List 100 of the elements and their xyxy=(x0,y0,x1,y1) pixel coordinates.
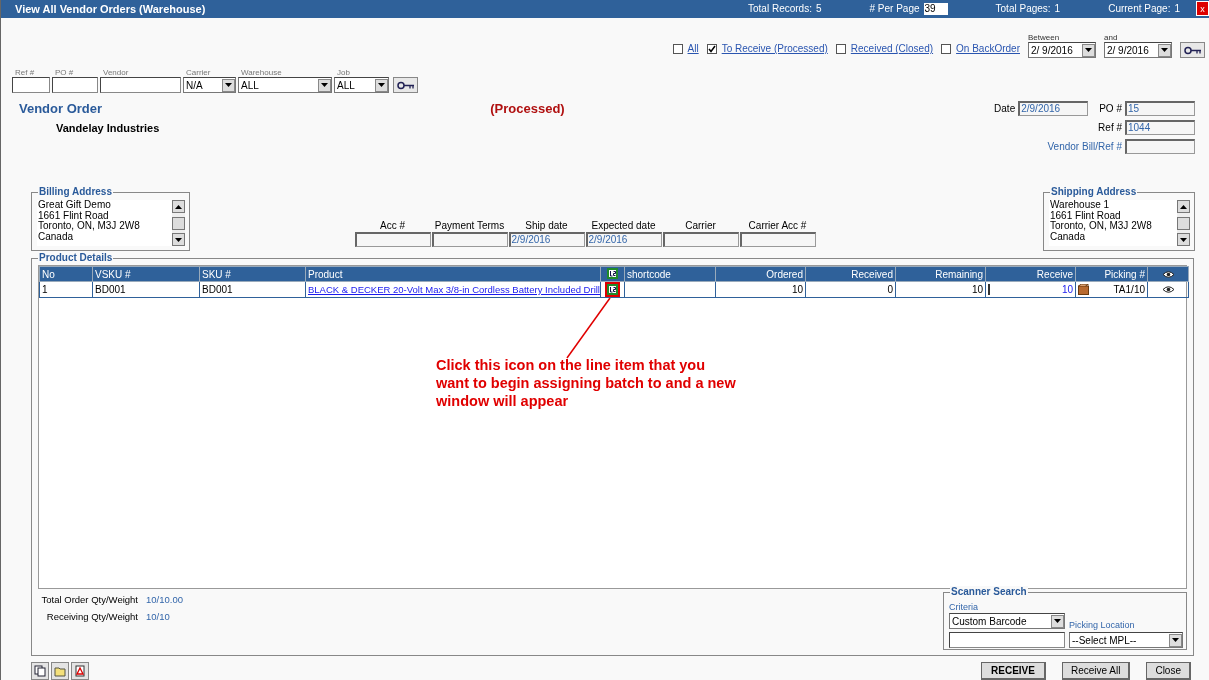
table-cell: 0 xyxy=(805,281,896,298)
search-button[interactable] xyxy=(393,77,418,94)
input-field[interactable] xyxy=(100,77,181,94)
scroll-up-icon xyxy=(175,204,182,209)
dropdown[interactable]: ALL xyxy=(238,77,332,94)
caret-down-icon xyxy=(175,237,182,242)
date-label: Between xyxy=(1028,33,1061,43)
total-label: Receiving Qty/Weight xyxy=(45,611,139,623)
caret-down-icon xyxy=(1161,48,1168,53)
filter-link[interactable]: Received (Closed) xyxy=(850,43,934,55)
filter-link[interactable]: All xyxy=(687,43,699,55)
field-label: Carrier xyxy=(185,68,212,78)
receive-button[interactable]: RECEIVE xyxy=(981,662,1046,680)
caret-down-icon xyxy=(1172,638,1179,643)
scroll-thumb[interactable] xyxy=(1177,216,1190,230)
input-field[interactable] xyxy=(662,232,739,247)
address-text: Warehouse 1 1661 Flint Road Toronto, ON, M3J 2W8 Canada xyxy=(1049,200,1153,244)
batch-button[interactable] xyxy=(605,282,620,297)
order-status: (Processed) xyxy=(490,101,565,117)
action-button[interactable]: Receive All xyxy=(1061,662,1131,680)
copy-button[interactable] xyxy=(31,662,49,680)
input-field[interactable]: 1044 xyxy=(1125,120,1195,136)
field-label: Ship date xyxy=(524,220,569,231)
field-label: Acc # xyxy=(379,220,406,231)
total-value: 10/10 xyxy=(146,611,171,623)
annotation-text: Click this icon on the line item that you want to begin assigning batch to and a new window will appear xyxy=(436,356,736,410)
window-close-button[interactable]: x xyxy=(1196,1,1209,17)
action-button[interactable]: Close xyxy=(1146,662,1191,680)
dropdown[interactable]: 2/ 9/2016 xyxy=(1104,42,1172,59)
address-title: Billing Address xyxy=(38,186,113,197)
column-header: SKU # xyxy=(199,266,306,282)
date-label: and xyxy=(1104,33,1119,43)
table-cell: 10 xyxy=(895,281,986,298)
field-label: Payment Terms xyxy=(433,220,506,231)
filter-link[interactable]: On BackOrder xyxy=(956,43,1020,55)
search-button[interactable] xyxy=(1180,42,1205,59)
checkbox[interactable] xyxy=(672,43,683,54)
window-title: View All Vendor Orders (Warehouse) xyxy=(15,2,207,15)
input-field[interactable]: 2/9/2016 xyxy=(508,232,585,247)
field-label: Carrier Acc # xyxy=(747,220,808,231)
column-header: Received xyxy=(805,266,896,282)
table-cell: 10 xyxy=(715,281,806,298)
pdf-icon xyxy=(74,665,86,677)
total-label: Total Order Qty/Weight xyxy=(40,594,139,606)
batch-icon xyxy=(607,284,618,295)
dropdown[interactable]: N/A xyxy=(183,77,236,94)
checkbox[interactable] xyxy=(706,43,717,54)
batch-icon xyxy=(607,267,618,279)
field-label: Job xyxy=(336,68,351,78)
input-field[interactable] xyxy=(354,232,431,247)
dropdown[interactable]: 2/ 9/2016 xyxy=(1028,42,1096,59)
check-icon xyxy=(707,44,716,53)
input-field[interactable] xyxy=(949,632,1065,649)
search-icon xyxy=(1183,45,1202,55)
section-heading: Vendor Order xyxy=(19,101,104,117)
field-label: Vendor xyxy=(102,68,130,78)
vendor-name: Vandelay Industries xyxy=(56,122,161,135)
column-header: No xyxy=(39,266,93,282)
scroll-up-icon xyxy=(1180,204,1187,209)
input-field[interactable] xyxy=(12,77,50,94)
caret-down-icon xyxy=(1054,619,1061,624)
stat-label: Total Records: xyxy=(748,3,812,15)
checkbox[interactable] xyxy=(835,43,846,54)
field-label: Carrier xyxy=(684,220,717,231)
input-field[interactable] xyxy=(739,232,816,247)
input-field[interactable]: 2/9/2016 xyxy=(585,232,662,247)
column-header: Ordered xyxy=(715,266,806,282)
caret-down-icon xyxy=(1180,237,1187,242)
criteria-label: Criteria xyxy=(949,602,979,614)
table-cell: BD001 xyxy=(92,281,200,298)
field-label: PO # xyxy=(54,68,75,78)
stat-label: Current Page: xyxy=(1108,3,1171,15)
per-page-input[interactable]: 39 xyxy=(923,2,948,15)
pdf-button[interactable] xyxy=(71,662,89,680)
stat-label: # Per Page xyxy=(869,3,920,15)
search-icon xyxy=(396,80,415,90)
eye-icon xyxy=(1162,286,1174,293)
address-text: Great Gift Demo 1661 Flint Road Toronto, ON, M3J 2W8 Canada xyxy=(37,200,141,244)
dropdown[interactable]: --Select MPL-- xyxy=(1069,632,1183,649)
filter-link[interactable]: To Receive (Processed) xyxy=(721,43,828,55)
input-field[interactable] xyxy=(52,77,98,94)
copy-icon xyxy=(34,665,46,677)
column-header: shortcode xyxy=(624,266,716,282)
field-label: Warehouse xyxy=(240,68,283,78)
box-icon xyxy=(1078,284,1089,295)
column-header: VSKU # xyxy=(92,266,200,282)
input-field[interactable]: 2/9/2016 xyxy=(1018,101,1089,117)
panel-title: Scanner Search xyxy=(950,586,1028,598)
leader-line xyxy=(565,297,611,359)
folder-icon xyxy=(54,665,66,677)
checkbox[interactable] xyxy=(941,43,952,54)
input-field[interactable] xyxy=(431,232,508,247)
input-field[interactable]: 15 xyxy=(1125,101,1195,117)
dropdown[interactable]: Custom Barcode xyxy=(949,613,1065,630)
field-label: Ref # xyxy=(1098,122,1122,134)
column-header: Remaining xyxy=(895,266,986,282)
input-field[interactable] xyxy=(1125,139,1195,155)
stat-label: Total Pages: xyxy=(995,3,1051,15)
scroll-thumb[interactable] xyxy=(172,216,185,230)
dropdown[interactable]: ALL xyxy=(334,77,389,94)
